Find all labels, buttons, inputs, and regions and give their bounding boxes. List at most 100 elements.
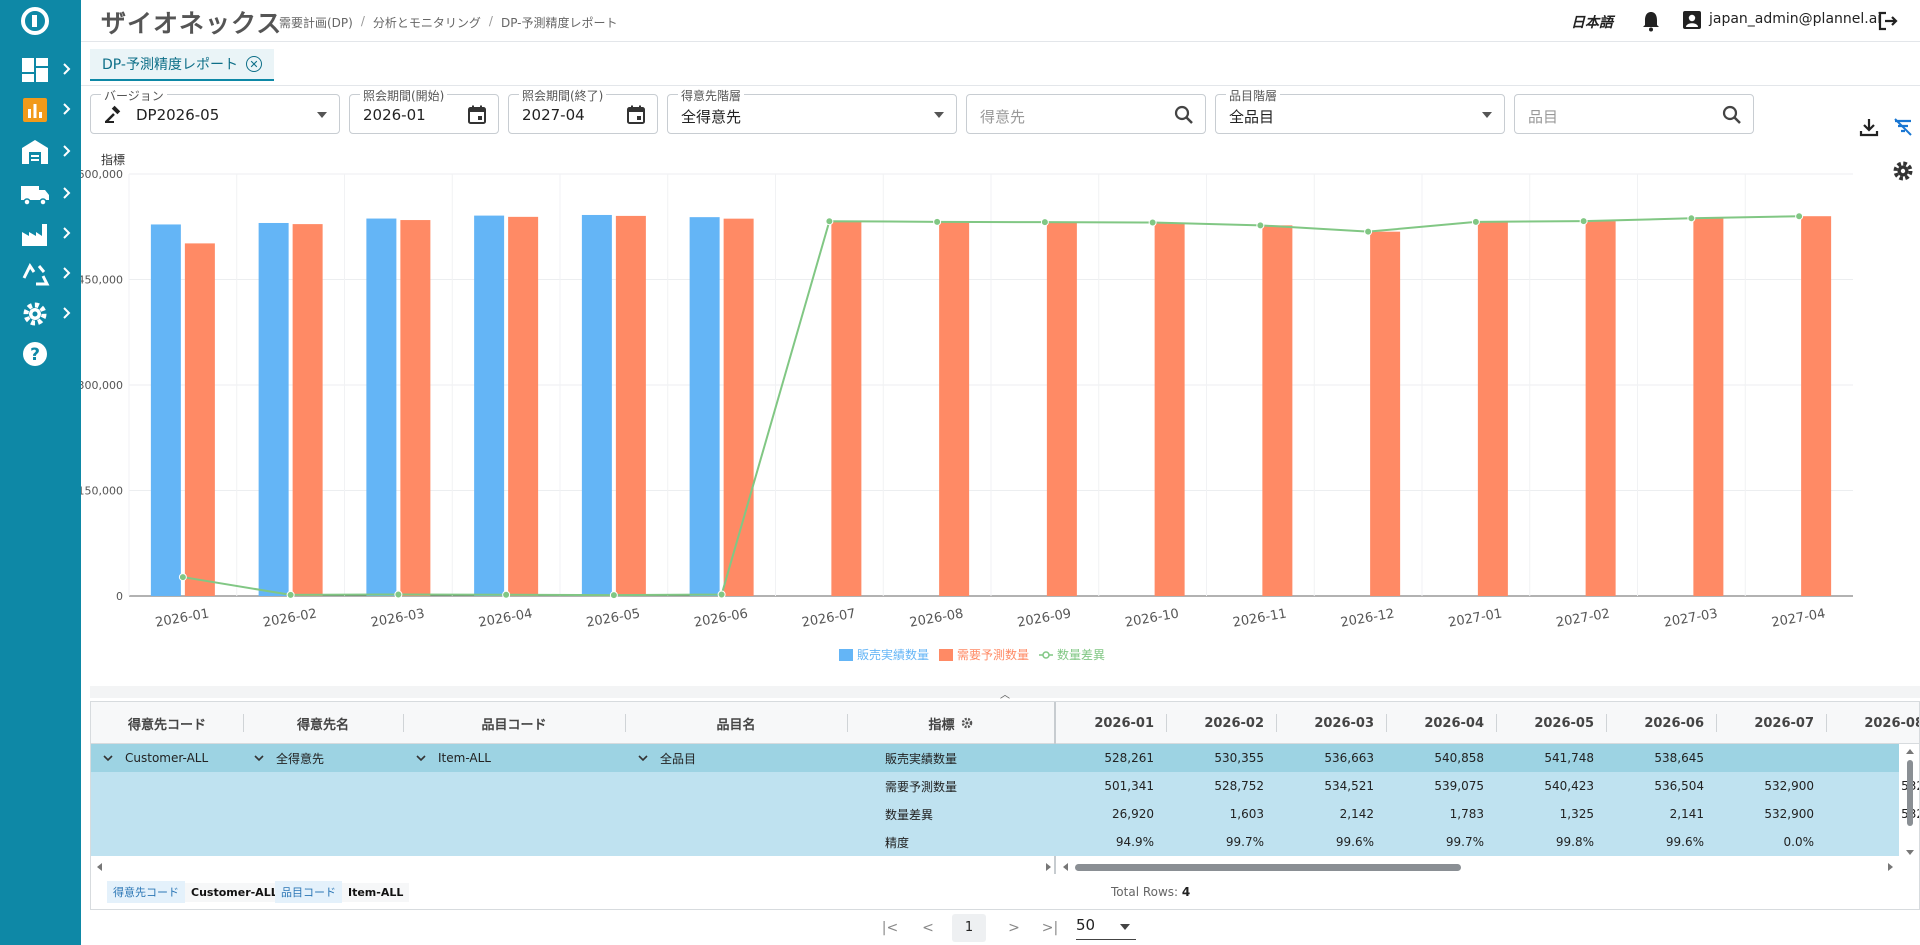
- value-cell[interactable]: 1,603: [1166, 800, 1276, 828]
- chevron-down-icon[interactable]: [254, 753, 264, 763]
- gear-icon[interactable]: [1892, 160, 1914, 182]
- legend-swatch[interactable]: [939, 649, 953, 661]
- breadcrumb-item[interactable]: 分析とモニタリング: [373, 14, 481, 31]
- filter-chip-item[interactable]: 品目コード Item-ALL: [275, 881, 410, 903]
- bar-actual[interactable]: [366, 218, 397, 596]
- sidebar-item-settings[interactable]: [0, 292, 81, 336]
- bar-actual[interactable]: [258, 222, 289, 596]
- scroll-left-icon[interactable]: [1061, 862, 1071, 872]
- logout-icon[interactable]: [1877, 10, 1899, 32]
- sidebar-item-dashboard[interactable]: [0, 48, 81, 92]
- header-month[interactable]: 2026-03: [1276, 702, 1386, 744]
- header-month[interactable]: 2026-02: [1166, 702, 1276, 744]
- table-row[interactable]: 数量差異 26,920 1,603 2,142 1,783 1,325 2,141 532,9…: [91, 800, 1919, 828]
- chevron-down-icon[interactable]: [638, 753, 648, 763]
- value-cell[interactable]: 1,325: [1496, 800, 1606, 828]
- value-cell[interactable]: 1,783: [1386, 800, 1496, 828]
- bar-forecast[interactable]: [723, 218, 754, 596]
- header-month[interactable]: 2026-07: [1716, 702, 1826, 744]
- header-month[interactable]: 2026-01: [1056, 702, 1166, 744]
- bar-actual[interactable]: [474, 215, 505, 596]
- value-cell[interactable]: 528,261: [1056, 744, 1166, 772]
- point-variance[interactable]: [178, 573, 187, 582]
- point-variance[interactable]: [825, 217, 834, 226]
- table-row[interactable]: Customer-ALL 全得意先 Item-ALL 全品目 販売実績数量 528,261…: [91, 744, 1899, 772]
- gear-icon[interactable]: [961, 717, 973, 729]
- group-cell-customer-name[interactable]: 全得意先: [254, 744, 324, 772]
- current-page[interactable]: 1: [952, 914, 986, 942]
- value-cell[interactable]: 99.7%: [1166, 828, 1276, 856]
- legend-swatch[interactable]: [839, 649, 853, 661]
- bar-forecast[interactable]: [615, 215, 646, 596]
- point-variance[interactable]: [394, 590, 403, 599]
- sidebar-item-logistics[interactable]: [0, 172, 81, 216]
- point-variance[interactable]: [1471, 217, 1480, 226]
- value-cell[interactable]: 534,521: [1276, 772, 1386, 800]
- point-variance[interactable]: [1148, 218, 1157, 227]
- sidebar-item-warehouse[interactable]: [0, 130, 81, 174]
- customer-level-select[interactable]: 得意先階層 全得意先: [667, 87, 957, 134]
- sidebar-item-analytics[interactable]: [0, 88, 81, 132]
- point-variance[interactable]: [1364, 227, 1373, 236]
- value-cell[interactable]: 501,341: [1056, 772, 1166, 800]
- header-metric[interactable]: 指標: [847, 702, 1054, 744]
- point-variance[interactable]: [609, 591, 618, 600]
- value-cell[interactable]: 538,645: [1606, 744, 1716, 772]
- language-selector[interactable]: 日本語: [1571, 12, 1613, 32]
- bar-actual[interactable]: [581, 214, 612, 596]
- close-icon[interactable]: ✕: [245, 56, 262, 72]
- point-variance[interactable]: [1040, 218, 1049, 227]
- value-cell[interactable]: 539,075: [1386, 772, 1496, 800]
- scrollbar-thumb[interactable]: [1075, 864, 1461, 871]
- value-cell[interactable]: 99.6%: [1276, 828, 1386, 856]
- bar-forecast[interactable]: [1370, 231, 1401, 596]
- group-cell-item-name[interactable]: 全品目: [638, 744, 696, 772]
- value-cell[interactable]: 532,900: [1716, 800, 1826, 828]
- scroll-left-icon[interactable]: [95, 862, 105, 872]
- table-row[interactable]: 需要予測数量 501,341 528,752 534,521 539,075 540,42…: [91, 772, 1919, 800]
- download-icon[interactable]: [1858, 116, 1880, 138]
- filter-off-icon[interactable]: [1892, 116, 1914, 138]
- header-month[interactable]: 2026-05: [1496, 702, 1606, 744]
- bar-forecast[interactable]: [1801, 216, 1832, 596]
- user-email[interactable]: japan_admin@plannel.ai: [1709, 11, 1881, 27]
- bell-icon[interactable]: [1641, 10, 1661, 32]
- header-item-name[interactable]: 品目名: [625, 702, 847, 744]
- bar-forecast[interactable]: [939, 221, 970, 596]
- item-level-select[interactable]: 品目階層 全品目: [1215, 87, 1505, 134]
- point-variance[interactable]: [933, 217, 942, 226]
- point-variance[interactable]: [1256, 221, 1265, 230]
- header-month[interactable]: 2026-06: [1606, 702, 1716, 744]
- chevron-up-icon[interactable]: ︿: [1000, 686, 1010, 701]
- bar-forecast[interactable]: [184, 243, 215, 596]
- value-cell[interactable]: 541,748: [1496, 744, 1606, 772]
- point-variance[interactable]: [1795, 212, 1804, 221]
- item-search-field[interactable]: 品目: [1514, 94, 1754, 134]
- value-cell[interactable]: 99.6%: [1606, 828, 1716, 856]
- first-page-icon[interactable]: |<: [880, 918, 900, 938]
- bar-forecast[interactable]: [1477, 221, 1508, 596]
- bar-forecast[interactable]: [1154, 222, 1185, 596]
- bar-forecast[interactable]: [831, 221, 862, 596]
- sidebar-item-help[interactable]: ?: [0, 332, 81, 376]
- last-page-icon[interactable]: >|: [1040, 918, 1060, 938]
- value-cell[interactable]: 532,900: [1716, 772, 1826, 800]
- table-row[interactable]: 精度 94.9% 99.7% 99.6% 99.7% 99.8% 99.6% 0.0%: [91, 828, 1899, 856]
- header-customer-code[interactable]: 得意先コード: [91, 702, 243, 744]
- value-cell[interactable]: 94.9%: [1056, 828, 1166, 856]
- page-size-select[interactable]: 50: [1076, 916, 1136, 940]
- legend-label[interactable]: 需要予測数量: [957, 647, 1029, 662]
- breadcrumb-item[interactable]: 需要計画(DP): [279, 14, 353, 31]
- sidebar-item-factory[interactable]: [0, 212, 81, 256]
- point-variance[interactable]: [1579, 217, 1588, 226]
- app-logo-icon[interactable]: [20, 6, 50, 36]
- legend-label[interactable]: 数量差異: [1057, 647, 1105, 662]
- value-cell[interactable]: 99.8%: [1496, 828, 1606, 856]
- calendar-icon[interactable]: [466, 104, 488, 126]
- value-cell[interactable]: 536,504: [1606, 772, 1716, 800]
- bar-forecast[interactable]: [400, 220, 431, 596]
- version-select[interactable]: バージョン DP2026-05: [90, 87, 340, 134]
- splitter[interactable]: ︿: [90, 686, 1920, 701]
- value-cell[interactable]: 0.0%: [1716, 828, 1826, 856]
- chevron-down-icon[interactable]: [103, 753, 113, 763]
